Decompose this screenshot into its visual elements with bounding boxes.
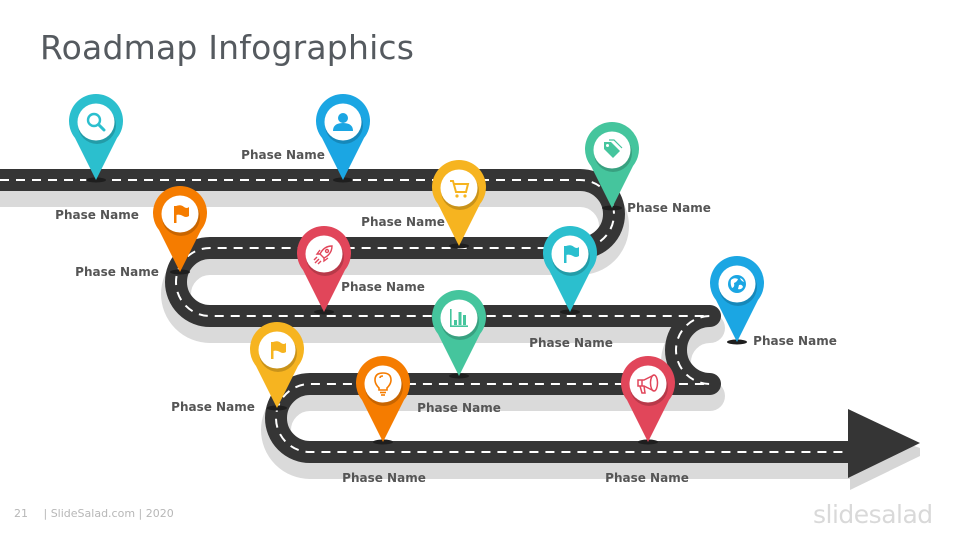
phase-label: Phase Name [55, 208, 139, 222]
phase-label: Phase Name [529, 336, 613, 350]
phase-pin[interactable] [249, 322, 305, 408]
phase-label: Phase Name [417, 401, 501, 415]
phase-label: Phase Name [341, 280, 425, 294]
pin-icon-circle [305, 235, 343, 273]
phase-label: Phase Name [753, 334, 837, 348]
phase-label: Phase Name [171, 400, 255, 414]
phase-label: Phase Name [605, 471, 689, 485]
map-pin-marker [250, 322, 304, 408]
map-pin-marker [316, 94, 370, 180]
globe-icon [728, 275, 746, 293]
phase-pin[interactable] [152, 186, 208, 272]
phase-label: Phase Name [627, 201, 711, 215]
map-pin-marker [432, 160, 486, 246]
phase-label: Phase Name [342, 471, 426, 485]
map-pin-marker [356, 356, 410, 442]
map-pin-marker [543, 226, 597, 312]
map-pin-marker [432, 290, 486, 376]
map-pin-marker [297, 226, 351, 312]
map-pin-marker [585, 122, 639, 208]
pin-icon-circle [364, 365, 402, 403]
phase-pin[interactable] [296, 226, 352, 312]
phase-pin[interactable] [315, 94, 371, 180]
phase-label: Phase Name [361, 215, 445, 229]
phase-pin[interactable] [355, 356, 411, 442]
map-pin-marker [69, 94, 123, 180]
map-pin-marker [710, 256, 764, 342]
pin-icon-circle [629, 365, 667, 403]
phase-pin[interactable] [620, 356, 676, 442]
phase-pin[interactable] [68, 94, 124, 180]
phase-label: Phase Name [75, 265, 159, 279]
phase-pin[interactable] [431, 290, 487, 376]
brand-logo: slidesalad [813, 500, 933, 529]
phase-pin[interactable] [709, 256, 765, 342]
phase-pin[interactable] [431, 160, 487, 246]
pin-icon-circle [440, 169, 478, 207]
phase-label: Phase Name [241, 148, 325, 162]
page-number: 21 [14, 507, 28, 520]
phase-pin[interactable] [584, 122, 640, 208]
pin-icon-circle [77, 103, 115, 141]
footer: 21 | SlideSalad.com | 2020 [14, 507, 174, 520]
phase-pin[interactable] [542, 226, 598, 312]
footer-text: | SlideSalad.com | 2020 [43, 507, 174, 520]
map-pin-marker [153, 186, 207, 272]
map-pin-marker [621, 356, 675, 442]
